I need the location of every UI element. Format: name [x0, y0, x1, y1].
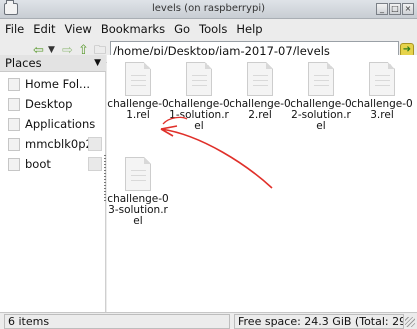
file-name: challenge-03-solution.rel: [107, 193, 169, 227]
file-item[interactable]: challenge-02.rel: [229, 62, 291, 121]
sidebar-item-mmcblk0p2[interactable]: mmcblk0p2: [4, 135, 104, 153]
sidebar-item-home[interactable]: Home Fol...: [4, 75, 104, 93]
sidebar-item-label: Home Fol...: [25, 77, 91, 91]
file-name: challenge-02-solution.rel: [290, 98, 352, 132]
file-view: challenge-01.rel challenge-01-solution.r…: [107, 55, 417, 312]
places-header[interactable]: Places ▼: [0, 55, 106, 72]
places-label: Places: [5, 56, 42, 70]
status-bar: 6 items Free space: 24.3 GiB (Total: 29.…: [0, 312, 417, 329]
file-name: challenge-03.rel: [351, 98, 413, 121]
title-bar: levels (on raspberrypi) _ □ ×: [0, 0, 417, 19]
chevron-down-icon: ▼: [94, 58, 101, 68]
sidebar-item-boot[interactable]: boot: [4, 155, 104, 173]
document-icon: [125, 62, 151, 96]
document-icon: [369, 62, 395, 96]
sidebar-item-label: mmcblk0p2: [25, 137, 93, 151]
pane-resize-handle[interactable]: [104, 155, 106, 203]
item-count: 6 items: [4, 314, 230, 329]
home-folder-icon: [8, 78, 20, 91]
file-name: challenge-01-solution.rel: [168, 98, 230, 132]
minimize-button[interactable]: _: [376, 3, 388, 15]
resize-grip-icon[interactable]: [405, 317, 415, 327]
drive-icon: [8, 158, 20, 171]
file-item[interactable]: challenge-03.rel: [351, 62, 413, 121]
file-item[interactable]: challenge-03-solution.rel: [107, 157, 169, 227]
menu-go[interactable]: Go: [174, 22, 190, 36]
desktop-icon: [8, 98, 20, 111]
menu-help[interactable]: Help: [236, 22, 262, 36]
window-title: levels (on raspberrypi): [152, 3, 265, 14]
document-icon: [125, 157, 151, 191]
close-button[interactable]: ×: [402, 3, 414, 15]
document-icon: [308, 62, 334, 96]
document-icon: [247, 62, 273, 96]
eject-icon[interactable]: [88, 157, 102, 171]
menu-bookmarks[interactable]: Bookmarks: [101, 22, 165, 36]
file-item[interactable]: challenge-02-solution.rel: [290, 62, 352, 132]
eject-icon[interactable]: [88, 137, 102, 151]
menu-edit[interactable]: Edit: [33, 22, 55, 36]
free-space: Free space: 24.3 GiB (Total: 29.2 GiB): [234, 314, 404, 329]
sidebar-item-label: boot: [25, 157, 51, 171]
file-name: challenge-01.rel: [107, 98, 169, 121]
file-name: challenge-02.rel: [229, 98, 291, 121]
drive-icon: [8, 138, 20, 151]
sidebar-item-applications[interactable]: Applications: [4, 115, 104, 133]
menu-bar: File Edit View Bookmarks Go Tools Help: [0, 19, 417, 39]
places-sidebar: Places ▼ Home Fol... Desktop Application…: [0, 55, 106, 312]
document-icon: [186, 62, 212, 96]
maximize-button[interactable]: □: [389, 3, 401, 15]
menu-file[interactable]: File: [5, 22, 24, 36]
sidebar-item-desktop[interactable]: Desktop: [4, 95, 104, 113]
file-item[interactable]: challenge-01.rel: [107, 62, 169, 121]
applications-icon: [8, 118, 20, 131]
sidebar-item-label: Desktop: [25, 97, 73, 111]
menu-view[interactable]: View: [65, 22, 92, 36]
file-item[interactable]: challenge-01-solution.rel: [168, 62, 230, 132]
menu-tools[interactable]: Tools: [199, 22, 227, 36]
sidebar-item-label: Applications: [25, 117, 96, 131]
